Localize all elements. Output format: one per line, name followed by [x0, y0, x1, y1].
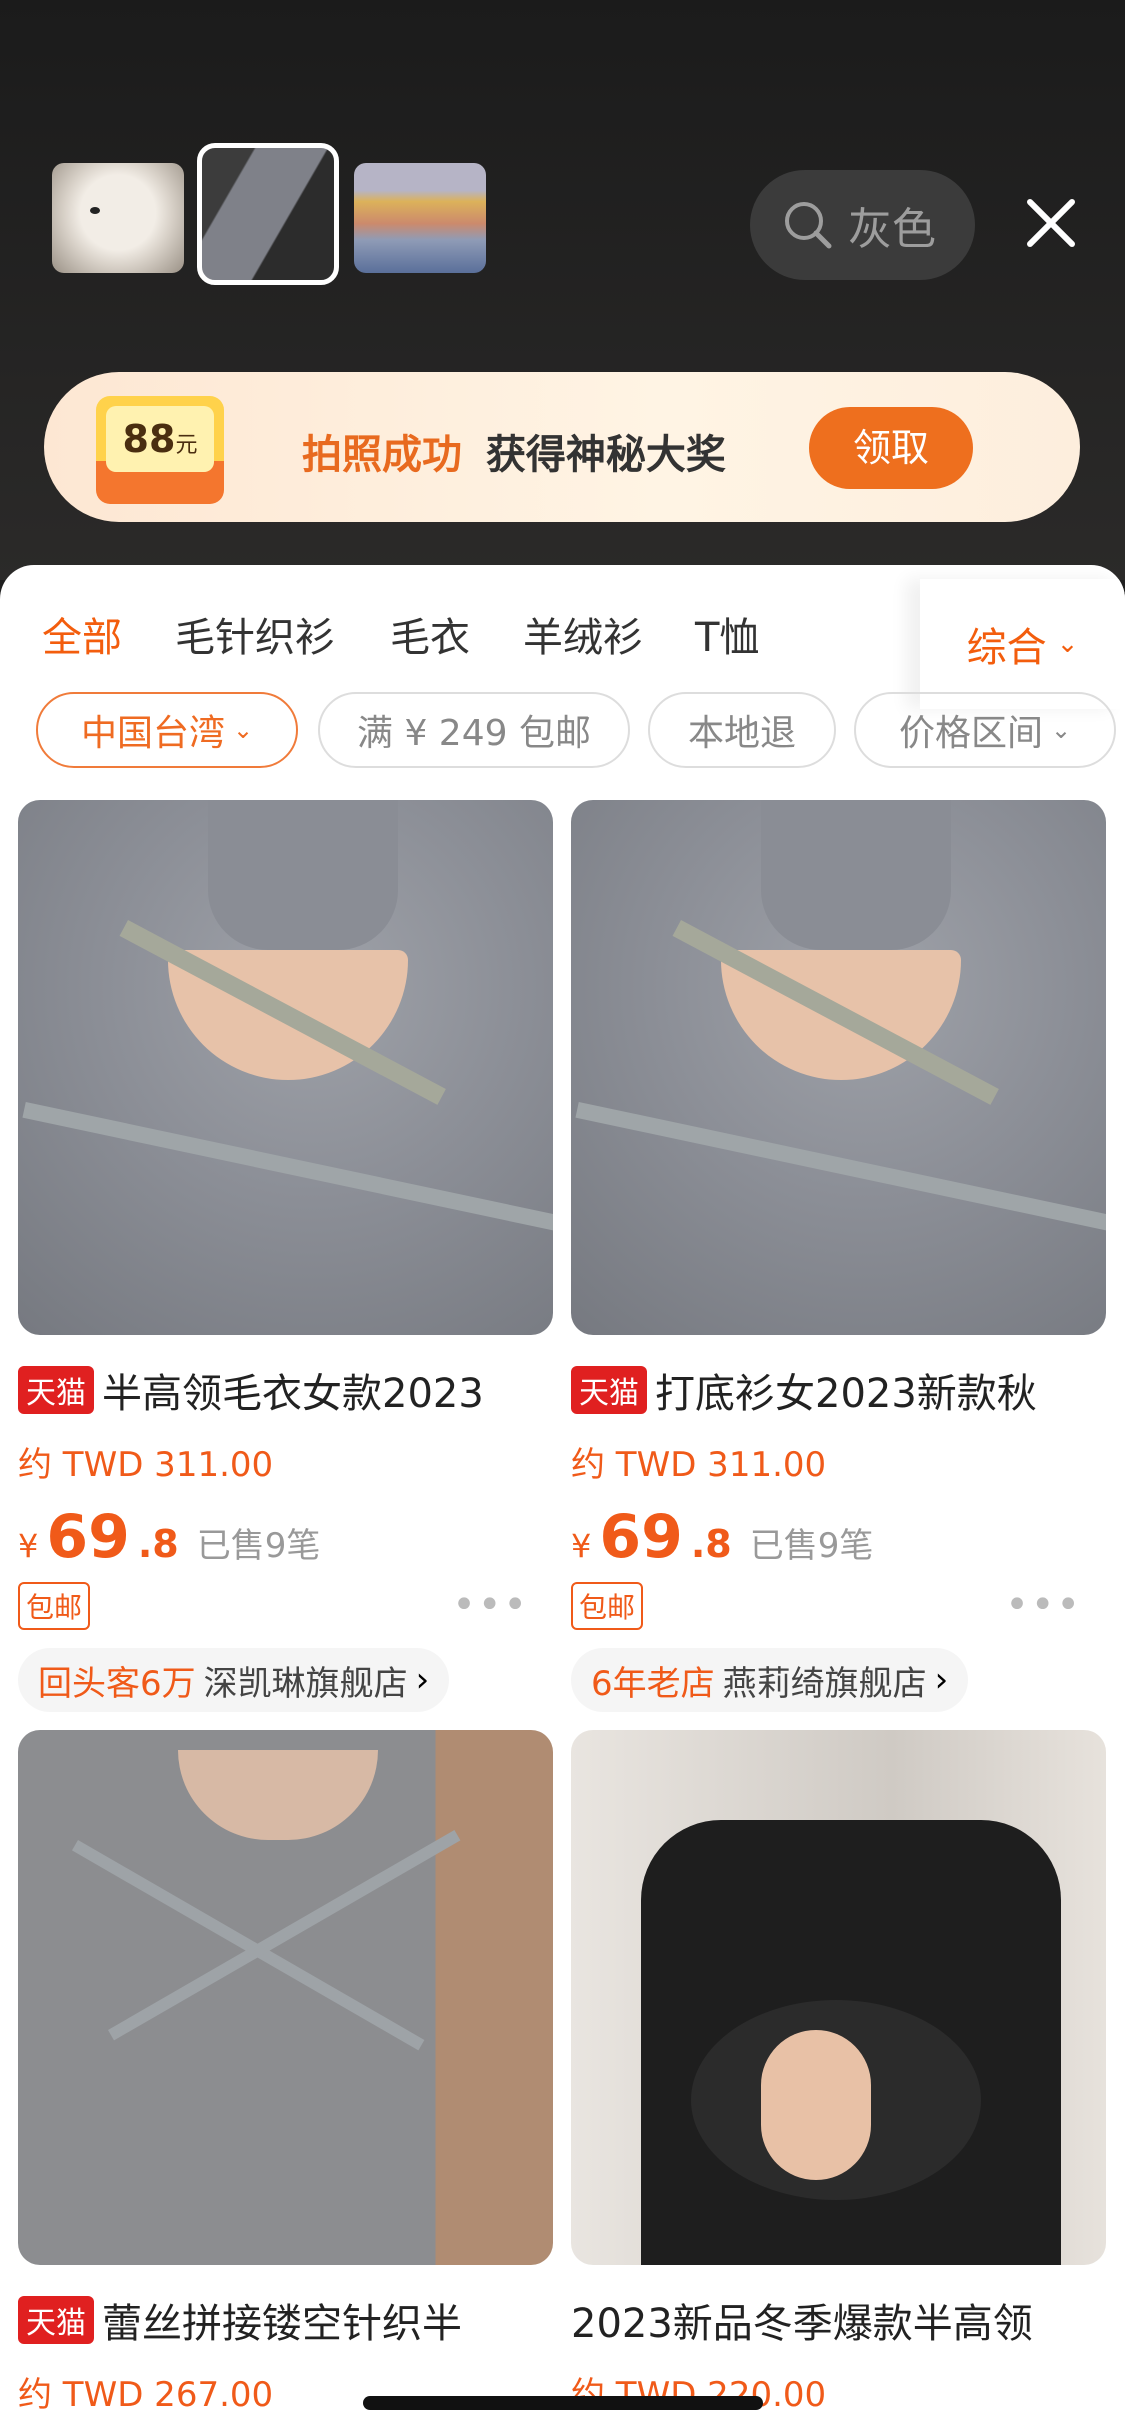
home-indicator [363, 2396, 763, 2410]
product-title[interactable]: 天猫 半高领毛衣女款2023 [18, 1361, 553, 1419]
price-integer: 69 [599, 1502, 683, 1572]
coupon-unit: 元 [175, 433, 198, 458]
product-card[interactable]: 天猫 半高领毛衣女款2023 约 TWD 311.00 ¥ 69 .8 已售9笔… [18, 800, 553, 1712]
close-icon[interactable] [1024, 196, 1078, 250]
photo-thumbnail-3[interactable] [354, 163, 486, 273]
photo-thumbnail-2-selected[interactable] [197, 143, 339, 285]
sold-count: 已售9笔 [196, 1526, 321, 1566]
product-image[interactable] [18, 1730, 553, 2265]
store-link[interactable]: 6年老店 燕莉绮旗舰店 › [571, 1648, 969, 1712]
filter-local-return[interactable]: 本地退 [648, 692, 836, 768]
currency-symbol: ¥ [18, 1527, 39, 1565]
price-twd: 约 TWD 311.00 [571, 1445, 827, 1485]
search-icon [785, 202, 832, 249]
chevron-right-icon: › [934, 1660, 949, 1700]
coupon-badge: 88元 [96, 396, 224, 504]
more-icon[interactable]: ••• [452, 1582, 529, 1628]
store-link[interactable]: 回头客6万 深凯琳旗舰店 › [18, 1648, 450, 1712]
store-name: 深凯琳旗舰店 [203, 1663, 408, 1704]
chevron-down-icon: ⌄ [1050, 716, 1072, 744]
currency-symbol: ¥ [571, 1527, 592, 1565]
filter-price-label: 价格区间 [898, 713, 1043, 754]
store-highlight: 6年老店 [591, 1663, 715, 1704]
results-sheet: 全部 毛针织衫 毛衣 羊绒衫 T恤 综合 ⌄ 中国台湾 ⌄ 满 ¥ 249 包邮… [0, 565, 1125, 2436]
free-shipping-badge: 包邮 [571, 1582, 644, 1630]
filter-chips: 中国台湾 ⌄ 满 ¥ 249 包邮 本地退 价格区间 ⌄ [36, 692, 1125, 770]
product-title-text: 蕾丝拼接镂空针织半 [102, 2301, 462, 2347]
price-row: ¥ 69 .8 已售9笔 [571, 1502, 1106, 1572]
chevron-down-icon: ⌄ [232, 716, 254, 744]
product-image[interactable] [571, 1730, 1106, 2265]
filter-price-range[interactable]: 价格区间 ⌄ [854, 692, 1116, 768]
filter-region[interactable]: 中国台湾 ⌄ [36, 692, 298, 768]
product-image[interactable] [571, 800, 1106, 1335]
product-title[interactable]: 天猫 蕾丝拼接镂空针织半 [18, 2291, 553, 2349]
promo-highlight: 拍照成功 [302, 432, 462, 478]
product-card[interactable]: 天猫 打底衫女2023新款秋 约 TWD 311.00 ¥ 69 .8 已售9笔… [571, 800, 1106, 1712]
store-highlight: 回头客6万 [38, 1663, 196, 1704]
tab-all[interactable]: 全部 [42, 605, 122, 663]
product-title-text: 2023新品冬季爆款半高领 [571, 2301, 1033, 2347]
more-icon[interactable]: ••• [1005, 1582, 1082, 1628]
product-image[interactable] [18, 800, 553, 1335]
sort-dropdown[interactable]: 综合 ⌄ [920, 579, 1125, 709]
claim-button[interactable]: 领取 [809, 407, 973, 489]
product-title-text: 半高领毛衣女款2023 [102, 1371, 484, 1417]
product-title[interactable]: 天猫 打底衫女2023新款秋 [571, 1361, 1106, 1419]
product-card[interactable]: 天猫 蕾丝拼接镂空针织半 约 TWD 267.00 [18, 1730, 553, 2416]
tmall-tag: 天猫 [18, 2296, 94, 2344]
price-twd: 约 TWD 311.00 [18, 1445, 274, 1485]
product-title-text: 打底衫女2023新款秋 [655, 1371, 1037, 1417]
store-name: 燕莉绮旗舰店 [722, 1663, 927, 1704]
price-row: ¥ 69 .8 已售9笔 [18, 1502, 553, 1572]
filter-free-shipping[interactable]: 满 ¥ 249 包邮 [318, 692, 630, 768]
product-title[interactable]: 2023新品冬季爆款半高领 [571, 2291, 1106, 2349]
sort-label: 综合 [966, 625, 1047, 671]
top-panel: 灰色 88元 拍照成功 获得神秘大奖 领取 [0, 0, 1125, 580]
sold-count: 已售9笔 [749, 1526, 874, 1566]
filter-region-label: 中国台湾 [80, 713, 225, 754]
free-shipping-badge: 包邮 [18, 1582, 91, 1630]
price-decimal: .8 [137, 1522, 179, 1566]
price-decimal: .8 [690, 1522, 732, 1566]
tmall-tag: 天猫 [18, 1366, 94, 1414]
tab-sweater[interactable]: 毛衣 [390, 605, 470, 663]
search-query: 灰色 [848, 204, 936, 255]
chevron-down-icon: ⌄ [1056, 629, 1079, 659]
chevron-right-icon: › [415, 1660, 430, 1700]
tab-knitwear[interactable]: 毛针织衫 [175, 605, 335, 663]
tab-cashmere[interactable]: 羊绒衫 [523, 605, 643, 663]
product-card[interactable]: 2023新品冬季爆款半高领 约 TWD 220.00 [571, 1730, 1106, 2416]
promo-banner[interactable]: 88元 拍照成功 获得神秘大奖 领取 [44, 372, 1080, 522]
promo-text: 拍照成功 获得神秘大奖 [302, 422, 726, 480]
price-integer: 69 [46, 1502, 130, 1572]
photo-thumbnail-1[interactable] [52, 163, 184, 273]
search-pill[interactable]: 灰色 [750, 170, 975, 280]
tmall-tag: 天猫 [571, 1366, 647, 1414]
promo-rest: 获得神秘大奖 [485, 432, 726, 478]
tab-tshirt[interactable]: T恤 [695, 605, 759, 663]
coupon-amount: 88 [122, 417, 176, 461]
category-tabs: 全部 毛针织衫 毛衣 羊绒衫 T恤 综合 ⌄ [0, 579, 1125, 709]
